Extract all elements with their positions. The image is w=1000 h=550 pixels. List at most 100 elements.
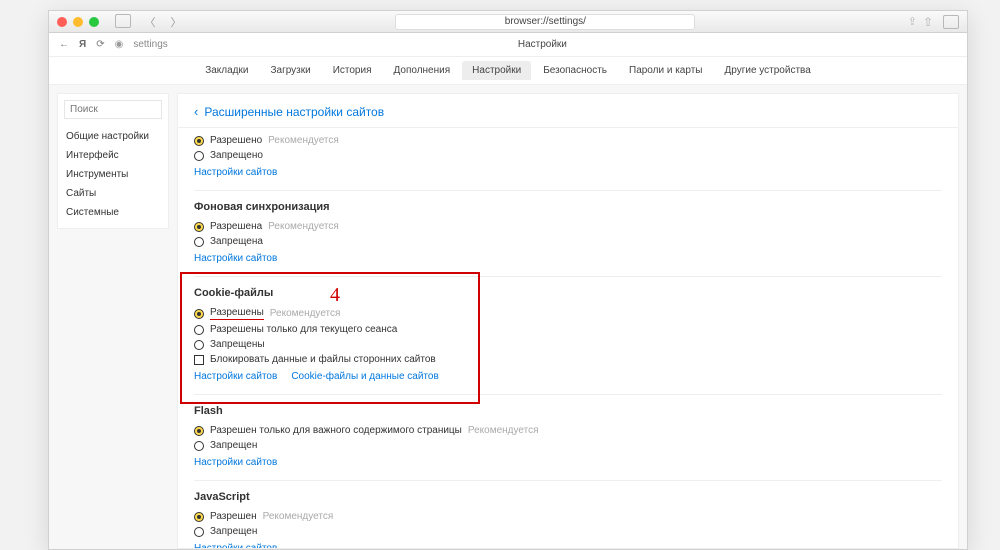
- radio-icon: [194, 151, 204, 161]
- link[interactable]: Настройки сайтов: [194, 543, 277, 549]
- tab-дополнения[interactable]: Дополнения: [384, 61, 461, 80]
- radio-icon: [194, 426, 204, 436]
- option-label: Разрешен: [210, 511, 257, 522]
- page-path: settings: [133, 39, 167, 50]
- section-links: Настройки сайтов: [194, 539, 942, 549]
- link[interactable]: Настройки сайтов: [194, 371, 277, 382]
- sidebar-item[interactable]: Сайты: [64, 184, 162, 203]
- option-hint: Рекомендуется: [468, 425, 539, 436]
- settings-main-panel: ‹ Расширенные настройки сайтов Разрешено…: [177, 93, 959, 549]
- link[interactable]: Настройки сайтов: [194, 457, 277, 468]
- link[interactable]: Настройки сайтов: [194, 167, 277, 178]
- option-hint: Рекомендуется: [263, 511, 334, 522]
- settings-tabs: ЗакладкиЗагрузкиИсторияДополненияНастрой…: [49, 57, 967, 85]
- address-bar-wrap: browser://settings/: [189, 14, 902, 30]
- content-body: Общие настройкиИнтерфейсИнструментыСайты…: [49, 85, 967, 549]
- radio-option[interactable]: Разрешена Рекомендуется: [194, 219, 942, 234]
- sidebar-item[interactable]: Инструменты: [64, 165, 162, 184]
- maximize-window-icon[interactable]: [89, 17, 99, 27]
- settings-section: JavaScript Разрешен Рекомендуется Запрещен Н…: [194, 480, 942, 549]
- reload-icon[interactable]: ⟳: [96, 39, 104, 50]
- option-label: Запрещено: [210, 150, 263, 161]
- address-bar[interactable]: browser://settings/: [395, 14, 695, 30]
- sidebar-item[interactable]: Системные: [64, 203, 162, 222]
- tab-безопасность[interactable]: Безопасность: [533, 61, 617, 80]
- chevron-left-icon: ‹: [194, 104, 198, 119]
- option-label: Разрешены: [210, 307, 264, 320]
- option-hint: Рекомендуется: [270, 308, 341, 319]
- link[interactable]: Cookie-файлы и данные сайтов: [291, 371, 438, 382]
- yandex-logo-icon[interactable]: Я: [79, 39, 86, 50]
- checkbox-icon: [194, 355, 204, 365]
- section-title: Cookie-файлы: [194, 287, 942, 299]
- link[interactable]: Настройки сайтов: [194, 253, 277, 264]
- radio-option[interactable]: Разрешен Рекомендуется: [194, 509, 942, 524]
- option-label: Разрешена: [210, 221, 262, 232]
- lock-icon: ◉: [115, 39, 124, 50]
- radio-icon: [194, 325, 204, 335]
- settings-section: Фоновая синхронизация Разрешена Рекомендуе…: [194, 190, 942, 276]
- tab-загрузки[interactable]: Загрузки: [260, 61, 320, 80]
- close-window-icon[interactable]: [57, 17, 67, 27]
- tab-пароли и карты[interactable]: Пароли и карты: [619, 61, 712, 80]
- radio-option[interactable]: Разрешено Рекомендуется: [194, 133, 942, 148]
- option-label: Запрещены: [210, 339, 265, 350]
- radio-icon: [194, 340, 204, 350]
- reader-icon[interactable]: ⇪: [908, 15, 917, 28]
- option-label: Запрещен: [210, 526, 257, 537]
- option-label: Запрещен: [210, 440, 257, 451]
- radio-option[interactable]: Разрешены Рекомендуется: [194, 305, 942, 322]
- radio-option[interactable]: Запрещен: [194, 438, 942, 453]
- radio-option[interactable]: Запрещен: [194, 524, 942, 539]
- sidebar-toggle-icon[interactable]: [115, 14, 131, 28]
- option-label: Разрешен только для важного содержимого …: [210, 425, 462, 436]
- sidebar-search-input[interactable]: [64, 100, 162, 119]
- settings-section: Cookie-файлыРазрешеныРекомендуетсяРазреш…: [194, 276, 942, 394]
- tabs-overview-icon[interactable]: [943, 15, 959, 29]
- option-hint: Рекомендуется: [268, 135, 339, 146]
- sidebar-item[interactable]: Интерфейс: [64, 146, 162, 165]
- radio-icon: [194, 222, 204, 232]
- sidebar-item[interactable]: Общие настройки: [64, 127, 162, 146]
- option-label: Блокировать данные и файлы сторонних сай…: [210, 354, 436, 365]
- tab-другие устройства[interactable]: Другие устройства: [714, 61, 820, 80]
- radio-icon: [194, 512, 204, 522]
- titlebar: 〈 〉 browser://settings/ ⇪ ⇧: [49, 11, 967, 33]
- breadcrumb-back[interactable]: ‹ Расширенные настройки сайтов: [194, 104, 942, 119]
- settings-sidebar: Общие настройкиИнтерфейсИнструментыСайты…: [57, 93, 169, 229]
- radio-option[interactable]: Запрещены: [194, 337, 942, 352]
- tab-настройки[interactable]: Настройки: [462, 61, 531, 80]
- settings-section: Flash Разрешен только для важного содержи…: [194, 394, 942, 480]
- annotation-number: 4: [330, 284, 340, 307]
- nav-back-inner-icon[interactable]: ←: [59, 39, 69, 50]
- section-links: Настройки сайтов: [194, 249, 942, 264]
- option-hint: Рекомендуется: [268, 221, 339, 232]
- radio-option[interactable]: Разрешен только для важного содержимого …: [194, 423, 942, 438]
- section-title: JavaScript: [194, 491, 942, 503]
- radio-option[interactable]: Запрещено: [194, 148, 942, 163]
- radio-icon: [194, 136, 204, 146]
- inner-toolbar: ← Я ⟳ ◉ settings Настройки: [49, 33, 967, 57]
- minimize-window-icon[interactable]: [73, 17, 83, 27]
- main-title: Расширенные настройки сайтов: [204, 105, 384, 119]
- section-links: Настройки сайтов: [194, 453, 942, 468]
- option-label: Разрешены только для текущего сеанса: [210, 324, 397, 335]
- option-label: Разрешено: [210, 135, 262, 146]
- section-title: Flash: [194, 405, 942, 417]
- tab-закладки[interactable]: Закладки: [195, 61, 258, 80]
- checkbox-option[interactable]: Блокировать данные и файлы сторонних сай…: [194, 352, 942, 367]
- tab-история[interactable]: История: [323, 61, 382, 80]
- section-title: Фоновая синхронизация: [194, 201, 942, 213]
- radio-option[interactable]: Разрешены только для текущего сеанса: [194, 322, 942, 337]
- radio-icon: [194, 237, 204, 247]
- browser-window: 〈 〉 browser://settings/ ⇪ ⇧ ← Я ⟳ ◉ sett…: [48, 10, 968, 550]
- radio-icon: [194, 309, 204, 319]
- option-label: Запрещена: [210, 236, 263, 247]
- nav-back-icon[interactable]: 〈: [143, 14, 157, 30]
- section-links: Настройки сайтов: [194, 163, 942, 178]
- radio-option[interactable]: Запрещена: [194, 234, 942, 249]
- nav-forward-icon[interactable]: 〉: [169, 14, 183, 30]
- page-title: Настройки: [178, 39, 907, 50]
- settings-section: Разрешено Рекомендуется Запрещено Настройки…: [194, 122, 942, 190]
- share-icon[interactable]: ⇧: [923, 15, 933, 29]
